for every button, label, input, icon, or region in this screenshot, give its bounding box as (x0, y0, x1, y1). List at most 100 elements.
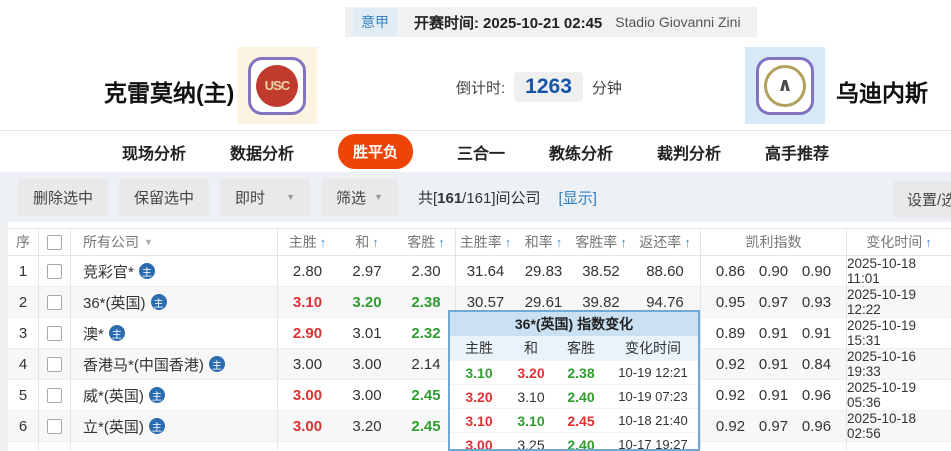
col-change-time-sort[interactable]: 变化时间↑ (846, 229, 951, 255)
odds-away[interactable]: 2.45 (397, 380, 455, 410)
change-time-cell: 2025-10-16 19:33 (846, 349, 951, 379)
col-home-rate-sort[interactable]: 主胜率↑ (455, 229, 515, 255)
col-return-rate-sort[interactable]: 返还率↑ (630, 229, 700, 255)
popup-odds-away: 2.38 (554, 365, 608, 381)
filter-dropdown[interactable]: 筛选 ▼ (321, 179, 398, 216)
odds-draw[interactable]: 2.97 (337, 256, 397, 286)
popup-change-time: 10-19 07:23 (608, 389, 698, 404)
popup-odds-away: 2.40 (554, 389, 608, 405)
row-checkbox[interactable] (47, 419, 62, 434)
company-cell[interactable]: 立*(英国)主 (70, 411, 277, 441)
company-count-text: 共[161/161]间公司 (418, 187, 541, 208)
tab-data-analysis[interactable]: 数据分析 (230, 140, 294, 164)
company-cell[interactable]: 竞彩官*主 (70, 256, 277, 286)
odds-draw[interactable]: 3.00 (337, 349, 397, 379)
odds-home[interactable]: 3.00 (277, 349, 337, 379)
rate-return: 88.60 (630, 256, 700, 286)
stadium-name: Stadio Giovanni Zini (615, 14, 740, 30)
home-badge-icon: 主 (149, 387, 165, 403)
odds-away[interactable]: 2.32 (397, 318, 455, 348)
odds-home[interactable]: 2.80 (277, 256, 337, 286)
odds-home[interactable]: 3.00 (277, 380, 337, 410)
countdown-label: 倒计时: (456, 77, 505, 98)
odds-away[interactable]: 2.38 (397, 287, 455, 317)
home-badge-icon: 主 (151, 294, 167, 310)
company-cell[interactable]: 威*(英国)主 (70, 380, 277, 410)
odds-away[interactable]: 2.14 (397, 349, 455, 379)
row-checkbox[interactable] (47, 264, 62, 279)
countdown: 倒计时: 1263 分钟 (456, 72, 622, 102)
keep-selected-button[interactable]: 保留选中 (119, 179, 209, 216)
tab-referee-analysis[interactable]: 裁判分析 (657, 140, 721, 164)
home-team-logo-icon: USC (248, 57, 306, 115)
tab-expert-recommend[interactable]: 高手推荐 (765, 140, 829, 164)
odds-draw[interactable]: 3.20 (337, 411, 397, 441)
col-draw-rate-sort[interactable]: 和率↑ (515, 229, 572, 255)
row-index: 5 (8, 380, 38, 410)
kelly-cell: 0.920.910.84 (700, 349, 846, 379)
settings-select-button[interactable]: 设置/选择 (893, 181, 951, 218)
odds-away[interactable]: 2.45 (397, 411, 455, 441)
col-index: 序 (8, 229, 38, 255)
company-cell[interactable]: 澳*主 (70, 318, 277, 348)
tab-win-draw-lose[interactable]: 胜平负 (338, 134, 413, 169)
tab-coach-analysis[interactable]: 教练分析 (549, 140, 613, 164)
row-checkbox[interactable] (47, 326, 62, 341)
company-cell[interactable]: 36*(英国)主 (70, 287, 277, 317)
row-checkbox[interactable] (47, 388, 62, 403)
row-checkbox-cell (38, 318, 70, 348)
col-kelly: 凯利指数 (700, 229, 846, 255)
popup-odds-draw: 3.25 (508, 437, 554, 451)
odds-change-popup: 36*(英国) 指数变化 主胜 和 客胜 变化时间 3.10 3.20 2.38… (448, 310, 700, 451)
col-home-win-sort[interactable]: 主胜↑ (277, 229, 337, 255)
company-cell[interactable]: 香港马*(中国香港)主 (70, 349, 277, 379)
odds-draw[interactable]: 3.20 (337, 287, 397, 317)
select-all-checkbox[interactable] (38, 229, 70, 255)
odds-draw[interactable]: 3.00 (337, 380, 397, 410)
row-checkbox[interactable] (47, 357, 62, 372)
odds-draw[interactable]: 3.01 (337, 318, 397, 348)
odds-home[interactable]: 2.90 (277, 318, 337, 348)
popup-odds-away: 2.45 (554, 413, 608, 429)
odds-table-header: 序 所有公司▼ 主胜↑ 和↑ 客胜↑ 主胜率↑ 和率↑ 客胜率↑ 返还率↑ 凯利… (8, 228, 951, 256)
sort-up-icon: ↑ (320, 235, 327, 250)
show-link[interactable]: [显示] (559, 187, 597, 208)
sort-up-icon: ↑ (620, 235, 627, 250)
col-away-rate-sort[interactable]: 客胜率↑ (572, 229, 630, 255)
sort-up-icon: ↑ (438, 235, 445, 250)
tab-three-in-one[interactable]: 三合一 (457, 140, 505, 164)
sort-up-icon: ↑ (505, 235, 512, 250)
home-logo-panel: USC (237, 47, 317, 124)
odds-home[interactable]: 3.00 (277, 411, 337, 441)
change-time-cell: 2025-10-19 15:31 (846, 318, 951, 348)
countdown-value: 1263 (514, 72, 583, 102)
away-team-name: 乌迪内斯 (836, 74, 928, 108)
col-company[interactable]: 所有公司▼ (70, 229, 277, 255)
popup-odds-home: 3.00 (450, 437, 508, 451)
delete-selected-button[interactable]: 删除选中 (18, 179, 108, 216)
row-index: 3 (8, 318, 38, 348)
away-crest-icon: ∧ (764, 65, 806, 107)
popup-odds-home: 3.10 (450, 413, 508, 429)
odds-home[interactable]: 3.10 (277, 287, 337, 317)
caret-down-icon: ▼ (286, 192, 295, 202)
row-index: 1 (8, 256, 38, 286)
change-time-cell: 2025-10-18 02:56 (846, 411, 951, 441)
home-badge-icon: 主 (149, 418, 165, 434)
col-draw-sort[interactable]: 和↑ (337, 229, 397, 255)
kickoff-time: 开赛时间:2025-10-21 02:45 (410, 12, 602, 33)
popup-odds-home: 3.20 (450, 389, 508, 405)
popup-change-time: 10-18 21:40 (608, 413, 698, 428)
row-checkbox[interactable] (47, 295, 62, 310)
league-badge[interactable]: 意甲 (353, 8, 397, 36)
odds-away[interactable]: 2.30 (397, 256, 455, 286)
popup-row: 3.10 3.10 2.45 10-18 21:40 (450, 408, 698, 432)
tab-live-analysis[interactable]: 现场分析 (122, 140, 186, 164)
row-index: 6 (8, 411, 38, 441)
kelly-cell: 0.920.970.96 (700, 411, 846, 441)
match-header: 意甲 开赛时间:2025-10-21 02:45 Stadio Giovanni… (0, 0, 951, 130)
table-row: 1 竞彩官*主 2.80 2.97 2.30 31.64 29.83 38.52… (8, 256, 951, 287)
time-filter-dropdown[interactable]: 即时 ▼ (220, 179, 310, 216)
col-away-win-sort[interactable]: 客胜↑ (397, 229, 455, 255)
home-team-name: 克雷莫纳(主) (104, 74, 234, 108)
